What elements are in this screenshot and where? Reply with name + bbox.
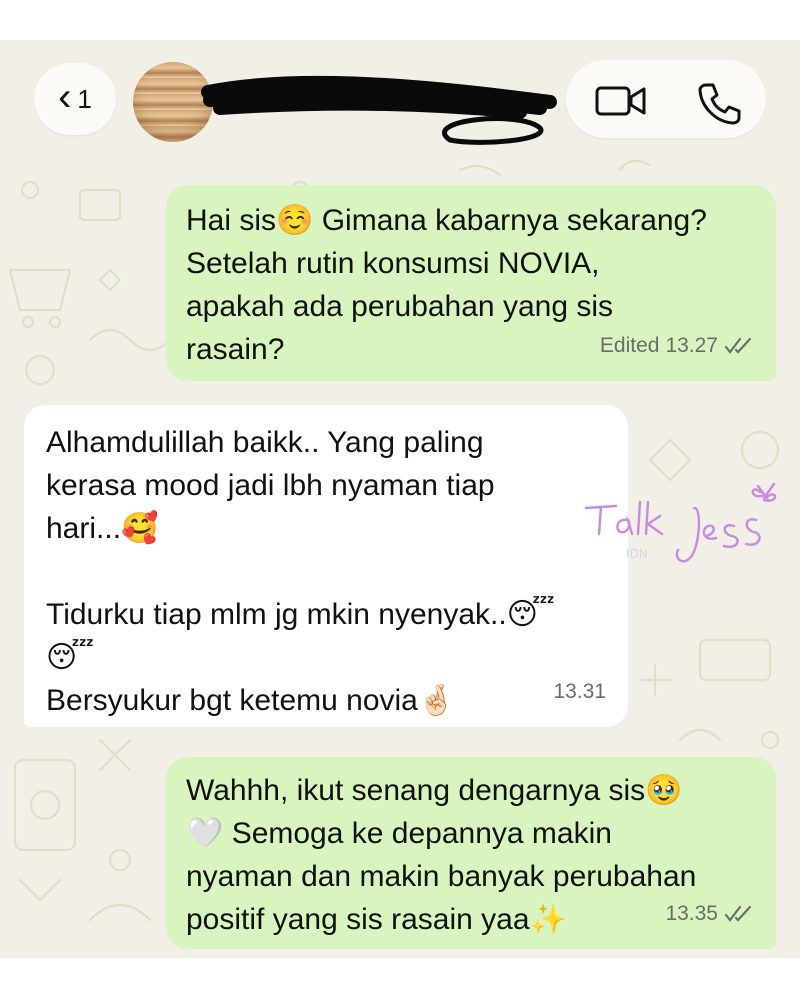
chevron-left-icon: ‹: [58, 75, 72, 119]
message-meta: 13.31: [553, 670, 606, 713]
message-meta: Edited 13.27: [600, 324, 754, 367]
edited-label: Edited: [599, 334, 660, 357]
unread-count: 1: [77, 83, 92, 114]
phone-call-icon[interactable]: [696, 80, 742, 126]
message-bubble-incoming[interactable]: Alhamdulillah baikk.. Yang paling kerasa…: [24, 405, 628, 727]
double-check-icon: [724, 905, 752, 922]
message-text: Alhamdulillah baikk.. Yang paling kerasa…: [46, 426, 555, 717]
contact-name-redaction: [201, 75, 557, 145]
message-time: 13.31: [553, 680, 606, 703]
message-time: 13.35: [665, 902, 718, 925]
message-time: 13.27: [665, 334, 718, 357]
message-bubble-outgoing[interactable]: Hai sis☺️ Gimana kabarnya sekarang? Sete…: [166, 185, 776, 381]
back-button[interactable]: ‹ 1: [34, 63, 116, 135]
message-bubble-outgoing[interactable]: Wahhh, ikut senang dengarnya sis🥹 🤍 Semo…: [166, 757, 776, 949]
talk-jess-watermark-logo: IDN: [584, 482, 777, 563]
message-meta: 13.35: [665, 892, 754, 935]
video-call-icon[interactable]: [594, 84, 648, 118]
svg-text:IDN: IDN: [626, 547, 648, 561]
double-check-icon: [724, 337, 752, 354]
